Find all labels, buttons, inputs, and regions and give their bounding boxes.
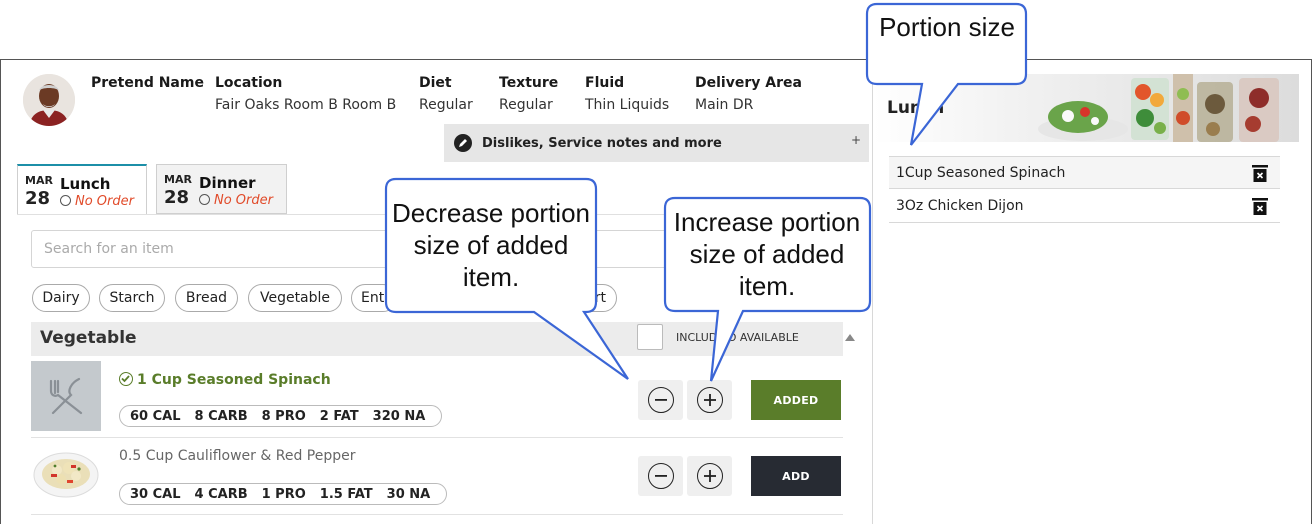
- dislikes-label: Dislikes, Service notes and more: [482, 135, 722, 151]
- nutrition-pill: 60 CAL 8 CARB 8 PRO 2 FAT 320 NA: [119, 405, 443, 427]
- tab-status: No Order: [199, 193, 273, 208]
- protein: 1 PRO: [261, 486, 306, 502]
- status-circle-icon: [60, 195, 71, 206]
- avatar: [23, 74, 75, 126]
- include-checkbox[interactable]: [637, 324, 663, 350]
- list-item: 0.5 Cup Cauliflower & Red Pepper 30 CAL …: [31, 438, 843, 515]
- sodium: 30 NA: [386, 486, 431, 502]
- note-icon: [454, 134, 472, 152]
- chip-bread[interactable]: Bread: [175, 284, 238, 312]
- add-button[interactable]: ADD: [751, 456, 841, 496]
- delivery-value: Main DR: [695, 97, 754, 113]
- diet-value: Regular: [419, 97, 473, 113]
- patient-name: Pretend Name: [91, 75, 204, 91]
- increase-button[interactable]: [687, 380, 732, 420]
- callout-text: Portion size: [879, 12, 1015, 42]
- callout-portion-size: Portion size: [865, 2, 1031, 152]
- tab-status-text: No Order: [214, 193, 273, 208]
- increase-button[interactable]: [687, 456, 732, 496]
- calories: 30 CAL: [130, 486, 181, 502]
- texture-label: Texture: [499, 75, 559, 91]
- check-circle-icon: [119, 372, 133, 386]
- minus-icon: [647, 387, 674, 413]
- location-col: Location Fair Oaks Room B Room B: [215, 74, 396, 114]
- fluid-value: Thin Liquids: [585, 97, 670, 113]
- item-name: 0.5 Cup Cauliflower & Red Pepper: [119, 448, 356, 464]
- chip-vegetable[interactable]: Vegetable: [248, 284, 342, 312]
- item-name: 1 Cup Seasoned Spinach: [119, 370, 331, 388]
- callout-text: Decrease portion size of added item.: [392, 198, 590, 292]
- chip-dairy[interactable]: Dairy: [32, 284, 90, 312]
- fat: 1.5 FAT: [319, 486, 373, 502]
- dislikes-expander[interactable]: Dislikes, Service notes and more +: [444, 124, 869, 162]
- tab-dinner[interactable]: MAR 28 Dinner No Order: [156, 164, 287, 214]
- carbs: 8 CARB: [194, 408, 248, 424]
- section-title: Vegetable: [40, 328, 137, 348]
- plus-icon: [696, 463, 723, 489]
- delivery-label: Delivery Area: [695, 75, 802, 91]
- item-name-text: 1 Cup Seasoned Spinach: [137, 372, 331, 388]
- tab-month: MAR: [25, 174, 53, 187]
- decrease-button[interactable]: [638, 456, 683, 496]
- added-button[interactable]: ADDED: [751, 380, 841, 420]
- location-value: Fair Oaks Room B Room B: [215, 97, 397, 113]
- fluid-col: Fluid Thin Liquids: [585, 74, 669, 114]
- tab-day: 28: [164, 187, 190, 208]
- trash-icon[interactable]: [1252, 198, 1268, 215]
- chip-starch[interactable]: Starch: [99, 284, 165, 312]
- fat: 2 FAT: [319, 408, 359, 424]
- tab-lunch[interactable]: MAR 28 Lunch No Order: [17, 164, 147, 214]
- tab-month: MAR: [164, 173, 192, 186]
- callout-decrease: Decrease portion size of added item.: [384, 177, 634, 384]
- plus-icon: [696, 387, 723, 413]
- delivery-col: Delivery Area Main DR: [695, 74, 802, 114]
- texture-col: Texture Regular: [499, 74, 558, 114]
- fluid-label: Fluid: [585, 75, 625, 91]
- callout-increase: Increase portion size of added item.: [663, 196, 875, 386]
- protein: 8 PRO: [261, 408, 306, 424]
- dish-image: [31, 438, 101, 508]
- patient-name-col: Pretend Name: [91, 74, 204, 92]
- location-label: Location: [215, 75, 283, 91]
- trash-icon[interactable]: [1252, 165, 1268, 182]
- status-circle-icon: [199, 194, 210, 205]
- diet-col: Diet Regular: [419, 74, 473, 114]
- diet-label: Diet: [419, 75, 452, 91]
- sodium: 320 NA: [372, 408, 426, 424]
- tab-status: No Order: [60, 194, 134, 209]
- order-item: 3Oz Chicken Dijon: [889, 190, 1280, 223]
- decrease-button[interactable]: [638, 380, 683, 420]
- expand-plus-icon[interactable]: +: [851, 133, 861, 147]
- tab-meal-label: Dinner: [199, 174, 256, 192]
- tab-day: 28: [25, 188, 51, 209]
- minus-icon: [647, 463, 674, 489]
- carbs: 4 CARB: [194, 486, 248, 502]
- callout-text: Increase portion size of added item.: [673, 207, 861, 301]
- texture-value: Regular: [499, 97, 553, 113]
- tab-status-text: No Order: [75, 194, 134, 209]
- meal-order-window: Pretend Name Location Fair Oaks Room B R…: [0, 59, 1312, 524]
- order-item-name: 1Cup Seasoned Spinach: [896, 164, 1066, 181]
- order-item-name: 3Oz Chicken Dijon: [896, 198, 1024, 214]
- tab-meal-label: Lunch: [60, 175, 111, 193]
- fork-knife-icon: [31, 361, 101, 431]
- calories: 60 CAL: [130, 408, 181, 424]
- order-item: 1Cup Seasoned Spinach: [889, 156, 1280, 189]
- nutrition-pill: 30 CAL 4 CARB 1 PRO 1.5 FAT 30 NA: [119, 483, 448, 505]
